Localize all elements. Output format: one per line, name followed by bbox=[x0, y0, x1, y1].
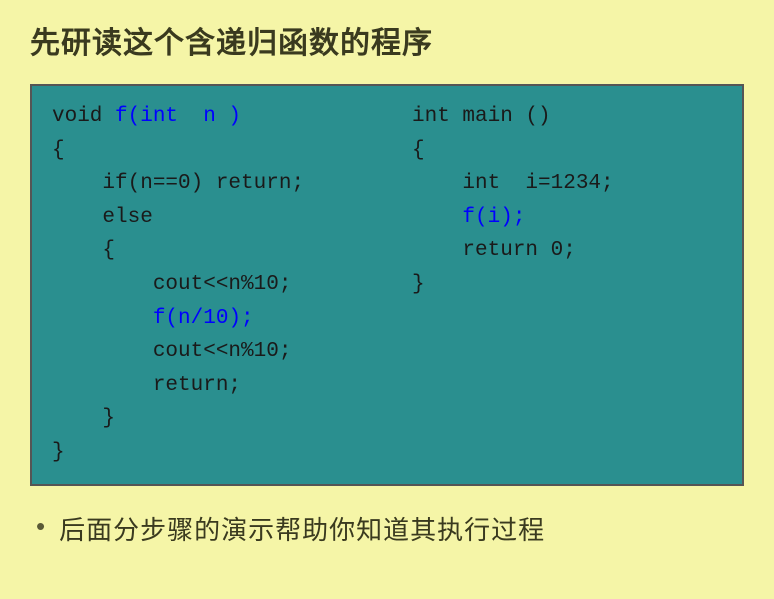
code-line: } bbox=[52, 441, 65, 464]
code-line: { bbox=[412, 139, 425, 162]
code-line-call: f(i); bbox=[462, 206, 525, 229]
code-line: return; bbox=[52, 374, 241, 397]
page-title: 先研读这个含递归函数的程序 bbox=[30, 18, 744, 62]
code-line: int i=1234; bbox=[412, 172, 614, 195]
code-line: } bbox=[412, 273, 425, 296]
code-block: void f(int n ) { if(n==0) return; else {… bbox=[30, 84, 744, 486]
code-line: return 0; bbox=[412, 239, 576, 262]
code-line bbox=[52, 307, 153, 330]
code-line: if(n==0) return; bbox=[52, 172, 304, 195]
code-line: cout<<n%10; bbox=[52, 273, 291, 296]
bullet-item: • 后面分步骤的演示帮助你知道其执行过程 bbox=[30, 510, 744, 547]
code-line: { bbox=[52, 239, 115, 262]
code-line-fn: f(int n ) bbox=[115, 105, 241, 128]
code-line: else bbox=[52, 206, 153, 229]
code-left-column: void f(int n ) { if(n==0) return; else {… bbox=[52, 100, 382, 470]
code-line-call: f(n/10); bbox=[153, 307, 254, 330]
bullet-dot-icon: • bbox=[36, 510, 45, 544]
code-line: int main () bbox=[412, 105, 551, 128]
code-line: cout<<n%10; bbox=[52, 340, 291, 363]
code-line: { bbox=[52, 139, 65, 162]
code-right-column: int main () { int i=1234; f(i); return 0… bbox=[412, 100, 614, 470]
code-line bbox=[412, 206, 462, 229]
code-line: } bbox=[52, 407, 115, 430]
bullet-text: 后面分步骤的演示帮助你知道其执行过程 bbox=[59, 510, 545, 547]
code-line: void bbox=[52, 105, 115, 128]
